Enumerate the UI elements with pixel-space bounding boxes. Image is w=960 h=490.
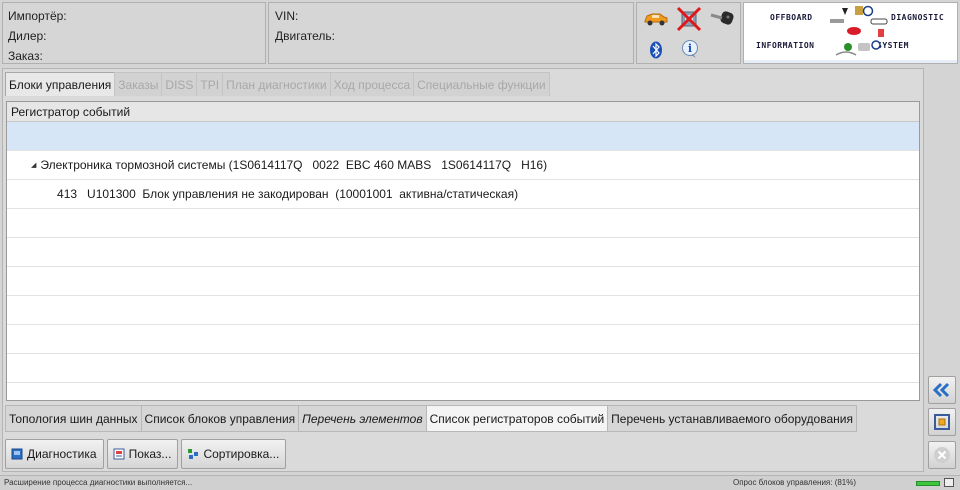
- tab-component-list[interactable]: Перечень элементов: [298, 405, 427, 432]
- show-button[interactable]: Показ...: [106, 439, 179, 469]
- empty-row: [7, 209, 919, 238]
- control-unit-label: Электроника тормозной системы (1S0614117…: [40, 158, 548, 172]
- progress-bar: [916, 481, 940, 486]
- status-progress-text: Опрос блоков управления: (81%): [733, 478, 857, 487]
- cancel-icon: [934, 447, 950, 463]
- vin-label: VIN:: [275, 9, 299, 23]
- bottom-tabs: Топология шин данных Список блоков управ…: [5, 405, 857, 432]
- header-status-icons: i: [636, 2, 741, 64]
- main-panel: Блоки управления Заказы DISS TPI План ди…: [2, 68, 924, 472]
- logo-offboard: OFFBOARD: [770, 13, 813, 22]
- tab-diagnostic-plan[interactable]: План диагностики: [222, 72, 331, 96]
- collapse-panel-button[interactable]: [928, 376, 956, 404]
- logo-information: INFORMATION: [756, 41, 815, 50]
- show-label: Показ...: [128, 447, 172, 461]
- status-bar: Расширение процесса диагностики выполняе…: [0, 475, 960, 490]
- order-label: Заказ:: [8, 49, 43, 63]
- odis-logo: OFFBOARD DIAGNOSTIC INFORMATION SYSTEM: [743, 2, 958, 64]
- empty-row: [7, 296, 919, 325]
- diagnostics-label: Диагностика: [27, 447, 97, 461]
- tab-installed-equipment[interactable]: Перечень устанавливаемого оборудования: [607, 405, 857, 432]
- panel-title: Регистратор событий: [7, 102, 919, 122]
- logo-diagnostic: DIAGNOSTIC: [891, 13, 945, 22]
- diagnostics-icon: [11, 448, 23, 460]
- key-icon[interactable]: [709, 9, 735, 29]
- show-icon: [113, 448, 125, 460]
- diagnostics-button[interactable]: Диагностика: [5, 439, 104, 469]
- empty-row: [7, 238, 919, 267]
- empty-row: [7, 325, 919, 354]
- header: Импортёр: Дилер: Заказ: VIN: Двигатель:: [0, 0, 960, 66]
- frame-select-icon: [934, 414, 950, 430]
- tab-diss[interactable]: DISS: [161, 72, 198, 96]
- importer-label: Импортёр:: [8, 9, 67, 23]
- cancel-button[interactable]: [928, 441, 956, 469]
- car-icon[interactable]: [643, 9, 669, 27]
- tab-control-units[interactable]: Блоки управления: [5, 72, 116, 96]
- sort-icon: [188, 449, 199, 459]
- svg-text:i: i: [688, 42, 692, 55]
- logo-underline: [744, 60, 957, 63]
- tab-special-functions[interactable]: Специальные функции: [413, 72, 550, 96]
- engine-label: Двигатель:: [275, 29, 335, 43]
- top-tabs: Блоки управления Заказы DISS TPI План ди…: [5, 72, 550, 96]
- tab-event-memory-list[interactable]: Список регистраторов событий: [425, 405, 609, 432]
- tab-process-progress[interactable]: Ход процесса: [329, 72, 415, 96]
- sort-label: Сортировка...: [203, 447, 280, 461]
- window-icon: [944, 478, 954, 487]
- event-memory-panel: Регистратор событий ◢ Электроника тормозн…: [6, 101, 920, 401]
- collapse-triangle-icon[interactable]: ◢: [31, 151, 36, 180]
- header-info-vehicle: VIN: Двигатель:: [268, 2, 634, 64]
- fault-label: 413 U101300 Блок управления не закодиров…: [57, 187, 519, 201]
- header-info-left: Импортёр: Дилер: Заказ:: [2, 2, 266, 64]
- tab-bus-topology[interactable]: Топология шин данных: [5, 405, 142, 432]
- dealer-label: Дилер:: [8, 29, 47, 43]
- empty-row: [7, 383, 919, 400]
- tab-control-unit-list[interactable]: Список блоков управления: [140, 405, 300, 432]
- empty-row: [7, 267, 919, 296]
- sort-button[interactable]: Сортировка...: [181, 439, 287, 469]
- select-frame-button[interactable]: [928, 408, 956, 436]
- tab-orders[interactable]: Заказы: [114, 72, 163, 96]
- bluetooth-icon[interactable]: [649, 41, 663, 59]
- info-icon[interactable]: i: [681, 39, 699, 59]
- double-chevron-left-icon: [933, 382, 950, 398]
- control-unit-row[interactable]: ◢ Электроника тормозной системы (1S061411…: [7, 122, 919, 172]
- status-message: Расширение процесса диагностики выполняе…: [4, 478, 193, 487]
- tab-tpi[interactable]: TPI: [196, 72, 224, 96]
- empty-row: [7, 354, 919, 383]
- action-buttons: Диагностика Показ... Сортировка...: [5, 439, 287, 469]
- brand-badges-icon: [830, 5, 888, 56]
- interface-disconnected-icon[interactable]: [675, 6, 703, 32]
